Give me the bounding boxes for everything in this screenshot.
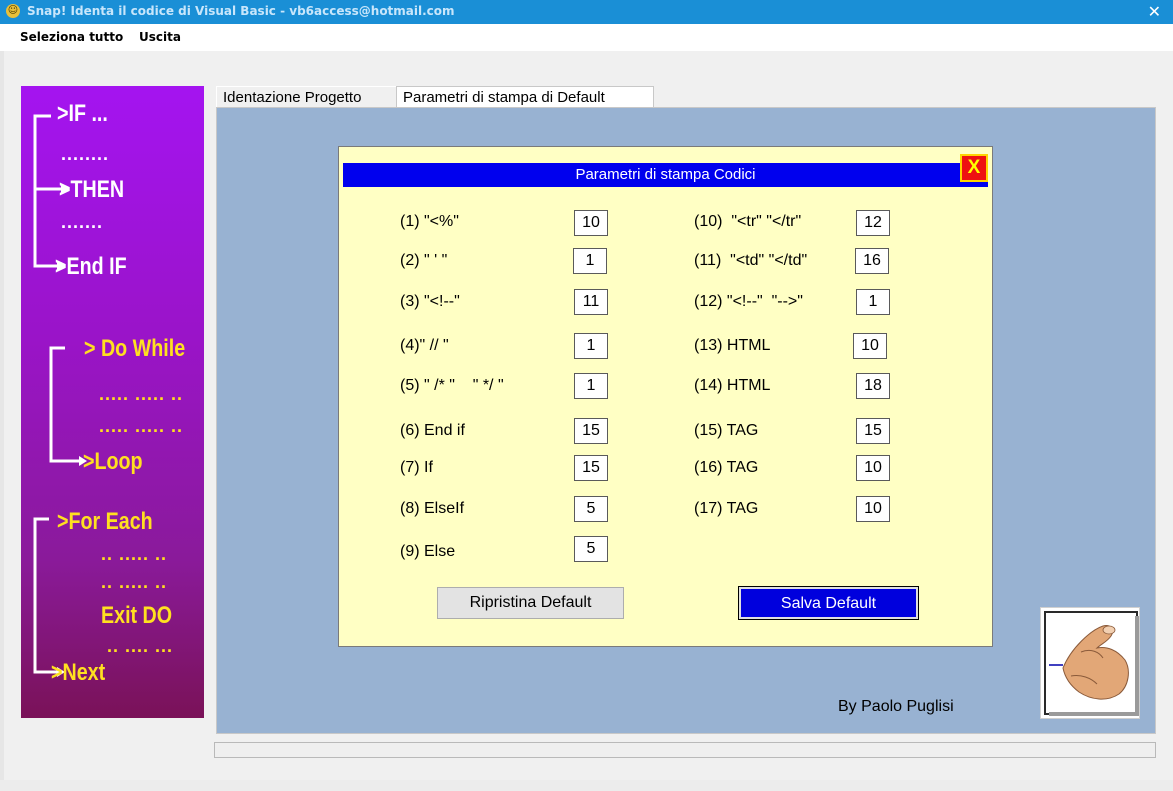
param-input-13[interactable]: 10 bbox=[853, 333, 887, 359]
param-label-10: (10) "<tr" "</tr" bbox=[694, 213, 802, 230]
param-input-9[interactable]: 5 bbox=[574, 536, 608, 562]
param-label-11: (11) "<td" "</td" bbox=[694, 252, 808, 269]
param-input-1[interactable]: 10 bbox=[574, 210, 608, 236]
window-title: Snap! Identa il codice di Visual Basic -… bbox=[27, 4, 455, 18]
banner-next-label: >Next bbox=[51, 659, 106, 686]
param-label-5: (5) " /* " " */ " bbox=[400, 377, 504, 394]
param-input-8[interactable]: 5 bbox=[574, 496, 608, 522]
window-close-icon[interactable]: ✕ bbox=[1148, 2, 1161, 21]
param-label-2: (2) " ' " bbox=[400, 252, 448, 269]
banner-end-if-label: >End IF bbox=[55, 253, 127, 280]
dialog-title: Parametri di stampa Codici bbox=[343, 163, 988, 187]
app-icon: ☺ bbox=[6, 4, 20, 18]
snap-hand-icon bbox=[1044, 611, 1139, 716]
menu-select-all[interactable]: Seleziona tutto bbox=[20, 30, 123, 44]
title-bar: ☺ Snap! Identa il codice di Visual Basic… bbox=[0, 0, 1173, 24]
restore-default-button[interactable]: Ripristina Default bbox=[437, 587, 624, 619]
param-label-12: (12) "<!--" "-->" bbox=[694, 293, 803, 310]
param-label-15: (15) TAG bbox=[694, 422, 759, 439]
param-label-13: (13) HTML bbox=[694, 337, 771, 354]
param-label-1: (1) "<%" bbox=[400, 213, 459, 230]
banner-dots: ........ bbox=[61, 144, 110, 164]
param-label-3: (3) "<!--" bbox=[400, 293, 460, 310]
dialog-close-button[interactable]: X bbox=[960, 154, 988, 182]
param-input-16[interactable]: 10 bbox=[856, 455, 890, 481]
banner-dots: ..... ..... .. bbox=[99, 416, 184, 436]
param-label-8: (8) ElseIf bbox=[400, 500, 465, 517]
param-input-17[interactable]: 10 bbox=[856, 496, 890, 522]
param-input-5[interactable]: 1 bbox=[574, 373, 608, 399]
banner-loop-label: >Loop bbox=[83, 448, 143, 475]
banner-then-label: >THEN bbox=[59, 176, 125, 203]
param-input-12[interactable]: 1 bbox=[856, 289, 890, 315]
menu-exit[interactable]: Uscita bbox=[139, 30, 181, 44]
param-label-17: (17) TAG bbox=[694, 500, 759, 517]
param-input-6[interactable]: 15 bbox=[574, 418, 608, 444]
author-credit: By Paolo Puglisi bbox=[838, 698, 954, 715]
banner-dots: .. ..... .. bbox=[101, 544, 168, 564]
code-structure-banner: >IF ... ........ >THEN ....... >End IF >… bbox=[21, 86, 204, 718]
banner-dots: ..... ..... .. bbox=[99, 384, 184, 404]
banner-dots: ....... bbox=[61, 212, 104, 232]
banner-dots: .. ..... .. bbox=[101, 572, 168, 592]
status-bar bbox=[214, 742, 1156, 758]
param-input-11[interactable]: 16 bbox=[855, 248, 889, 274]
print-params-dialog: Parametri di stampa Codici X (1) "<%" 10… bbox=[338, 146, 993, 647]
param-input-4[interactable]: 1 bbox=[574, 333, 608, 359]
param-input-7[interactable]: 15 bbox=[574, 455, 608, 481]
param-label-9: (9) Else bbox=[400, 543, 456, 560]
param-input-10[interactable]: 12 bbox=[856, 210, 890, 236]
param-label-16: (16) TAG bbox=[694, 459, 759, 476]
banner-if-label: >IF ... bbox=[57, 100, 108, 127]
banner-do-while-label: > Do While bbox=[84, 335, 186, 362]
banner-dots: .. .... ... bbox=[107, 636, 174, 656]
hand-image bbox=[1040, 607, 1140, 719]
param-label-7: (7) If bbox=[400, 459, 433, 476]
banner-for-each-label: >For Each bbox=[57, 508, 153, 535]
window-bottom-edge bbox=[0, 780, 1173, 791]
banner-exit-do-label: Exit DO bbox=[101, 602, 173, 629]
param-input-3[interactable]: 11 bbox=[574, 289, 608, 315]
param-label-4: (4)" // " bbox=[400, 337, 449, 354]
param-input-2[interactable]: 1 bbox=[573, 248, 607, 274]
param-input-15[interactable]: 15 bbox=[856, 418, 890, 444]
window-left-edge bbox=[0, 51, 4, 791]
param-label-14: (14) HTML bbox=[694, 377, 771, 394]
menu-bar: Seleziona tutto Uscita bbox=[0, 24, 1173, 51]
param-input-14[interactable]: 18 bbox=[856, 373, 890, 399]
tab-identazione-progetto[interactable]: Identazione Progetto bbox=[216, 86, 396, 107]
tab-parametri-stampa[interactable]: Parametri di stampa di Default bbox=[396, 86, 654, 107]
param-label-6: (6) End if bbox=[400, 422, 465, 439]
save-default-button[interactable]: Salva Default bbox=[738, 586, 919, 620]
